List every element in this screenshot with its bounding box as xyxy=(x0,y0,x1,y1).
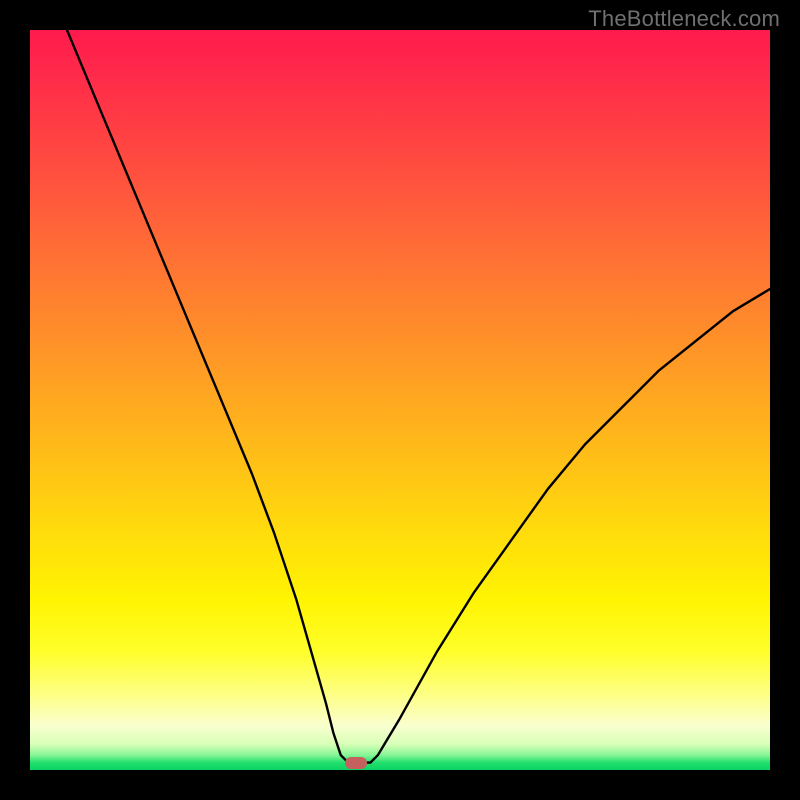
bottleneck-curve xyxy=(30,30,770,770)
chart-area xyxy=(30,30,770,770)
optimum-marker xyxy=(345,757,367,769)
watermark-text: TheBottleneck.com xyxy=(588,6,780,32)
curve-path xyxy=(67,30,770,763)
